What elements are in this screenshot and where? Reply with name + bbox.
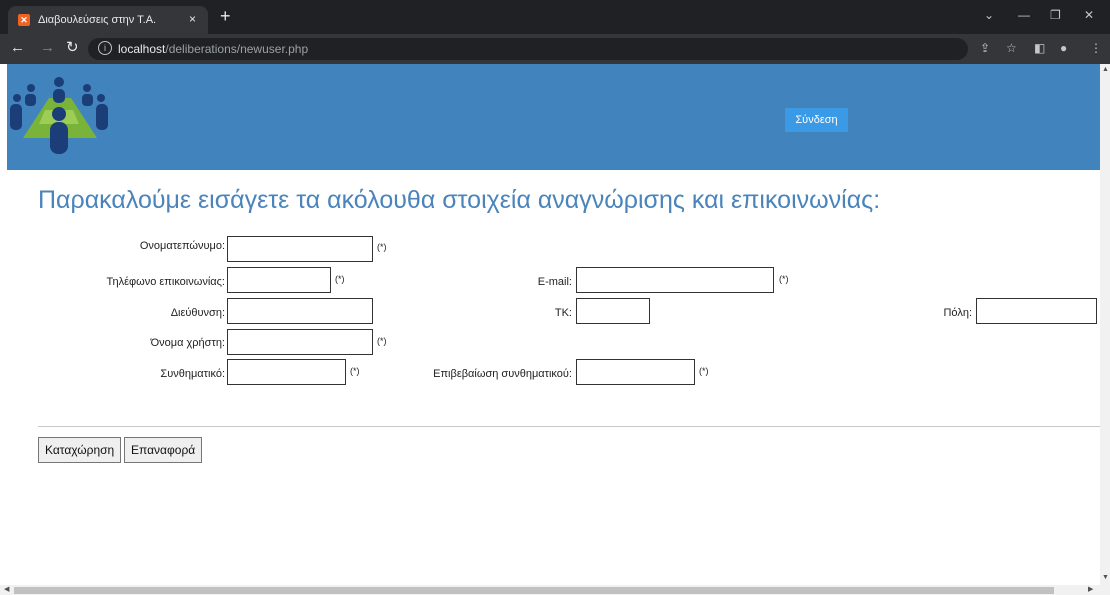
page-viewport: Σύνδεση Παρακαλούμε εισάγετε τα ακόλουθα… — [0, 64, 1110, 595]
phone-required-mark: (*) — [335, 274, 345, 284]
profile-icon[interactable]: ● — [1060, 41, 1067, 55]
back-icon[interactable]: ← — [10, 40, 25, 56]
password-input[interactable] — [227, 359, 346, 385]
menu-icon[interactable]: ⋮ — [1090, 41, 1102, 55]
site-header: Σύνδεση — [7, 64, 1100, 170]
browser-toolbar: ← → ↻ i localhost/deliberations/newuser.… — [0, 34, 1110, 64]
address-label: Διεύθυνση: — [170, 307, 225, 319]
star-icon[interactable]: ☆ — [1006, 41, 1017, 55]
tab-title: Διαβουλεύσεις στην Τ.Α. — [38, 14, 157, 26]
confirm-password-input[interactable] — [576, 359, 695, 385]
tab-close-icon[interactable]: × — [189, 12, 196, 26]
password-required-mark: (*) — [350, 366, 360, 376]
city-label: Πόλη: — [943, 307, 972, 319]
minimize-icon[interactable]: — — [1018, 8, 1030, 22]
postcode-label: ΤΚ: — [554, 307, 572, 319]
email-required-mark: (*) — [779, 274, 789, 284]
username-label: Όνομα χρήστη: — [150, 337, 225, 349]
scroll-down-icon[interactable]: ▼ — [1102, 574, 1109, 581]
people-group-logo — [10, 77, 108, 154]
new-tab-icon[interactable]: + — [220, 6, 231, 27]
phone-label: Τηλέφωνο επικοινωνίας: — [106, 276, 225, 288]
login-button[interactable]: Σύνδεση — [785, 108, 848, 132]
info-icon[interactable]: i — [98, 41, 112, 55]
postcode-input[interactable] — [576, 298, 650, 324]
phone-input[interactable] — [227, 267, 331, 293]
password-label: Συνθηματικό: — [160, 368, 225, 380]
forward-icon[interactable]: → — [40, 40, 55, 56]
url-text: localhost/deliberations/newuser.php — [118, 42, 308, 56]
url-path: /deliberations/newuser.php — [165, 42, 309, 56]
close-window-icon[interactable]: ✕ — [1084, 8, 1094, 22]
scroll-left-icon[interactable]: ◀ — [4, 585, 9, 593]
tab-search-icon[interactable]: ⌄ — [984, 8, 994, 22]
username-input[interactable] — [227, 329, 373, 355]
username-required-mark: (*) — [377, 336, 387, 346]
form-divider — [38, 426, 1102, 427]
horizontal-scrollbar[interactable]: ◀ ▶ — [0, 585, 1100, 595]
reload-icon[interactable]: ↻ — [66, 40, 79, 56]
submit-button[interactable]: Καταχώρηση — [38, 437, 122, 463]
email-input[interactable] — [576, 267, 774, 293]
address-input[interactable] — [227, 298, 373, 324]
url-host: localhost — [118, 42, 166, 56]
browser-tab-bar: ✕ Διαβουλεύσεις στην Τ.Α. × + ⌄ — ❐ ✕ — [0, 0, 1110, 34]
fullname-input[interactable] — [227, 236, 373, 262]
page-title: Παρακαλούμε εισάγετε τα ακόλουθα στοιχεί… — [38, 186, 881, 214]
city-input[interactable] — [976, 298, 1097, 324]
email-label: E-mail: — [537, 276, 572, 288]
fullname-required-mark: (*) — [377, 242, 387, 252]
confirm-password-label: Επιβεβαίωση συνθηματικού: — [433, 368, 572, 380]
browser-tab[interactable]: ✕ Διαβουλεύσεις στην Τ.Α. × — [8, 6, 208, 34]
reset-button[interactable]: Επαναφορά — [124, 437, 203, 463]
sidepanel-icon[interactable]: ◧ — [1034, 41, 1045, 55]
fullname-label: Ονοματεπώνυμο: — [139, 240, 225, 252]
horizontal-scroll-thumb[interactable] — [14, 587, 1054, 594]
scroll-right-icon[interactable]: ▶ — [1088, 585, 1093, 593]
confirm-password-required-mark: (*) — [699, 366, 709, 376]
restore-icon[interactable]: ❐ — [1050, 8, 1061, 22]
address-bar[interactable]: i localhost/deliberations/newuser.php — [88, 38, 968, 60]
xampp-icon: ✕ — [18, 14, 30, 26]
vertical-scrollbar[interactable]: ▲ ▼ — [1100, 64, 1110, 595]
share-icon[interactable]: ⇪ — [980, 41, 990, 55]
scroll-up-icon[interactable]: ▲ — [1102, 66, 1109, 73]
